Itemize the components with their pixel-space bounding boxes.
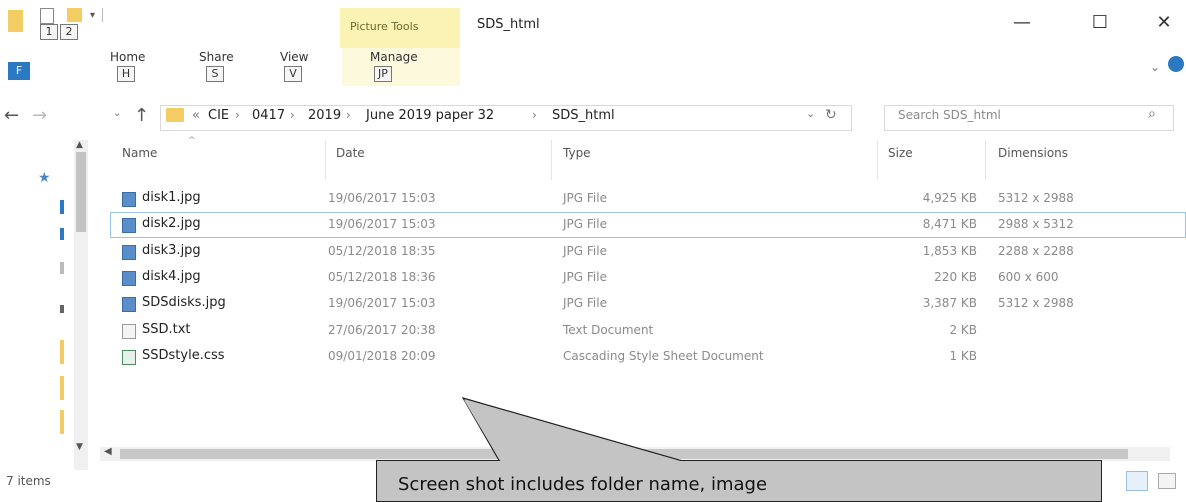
callout-text: Screen shot includes folder name, image (398, 474, 768, 495)
callout-pointer-fill (464, 400, 684, 462)
